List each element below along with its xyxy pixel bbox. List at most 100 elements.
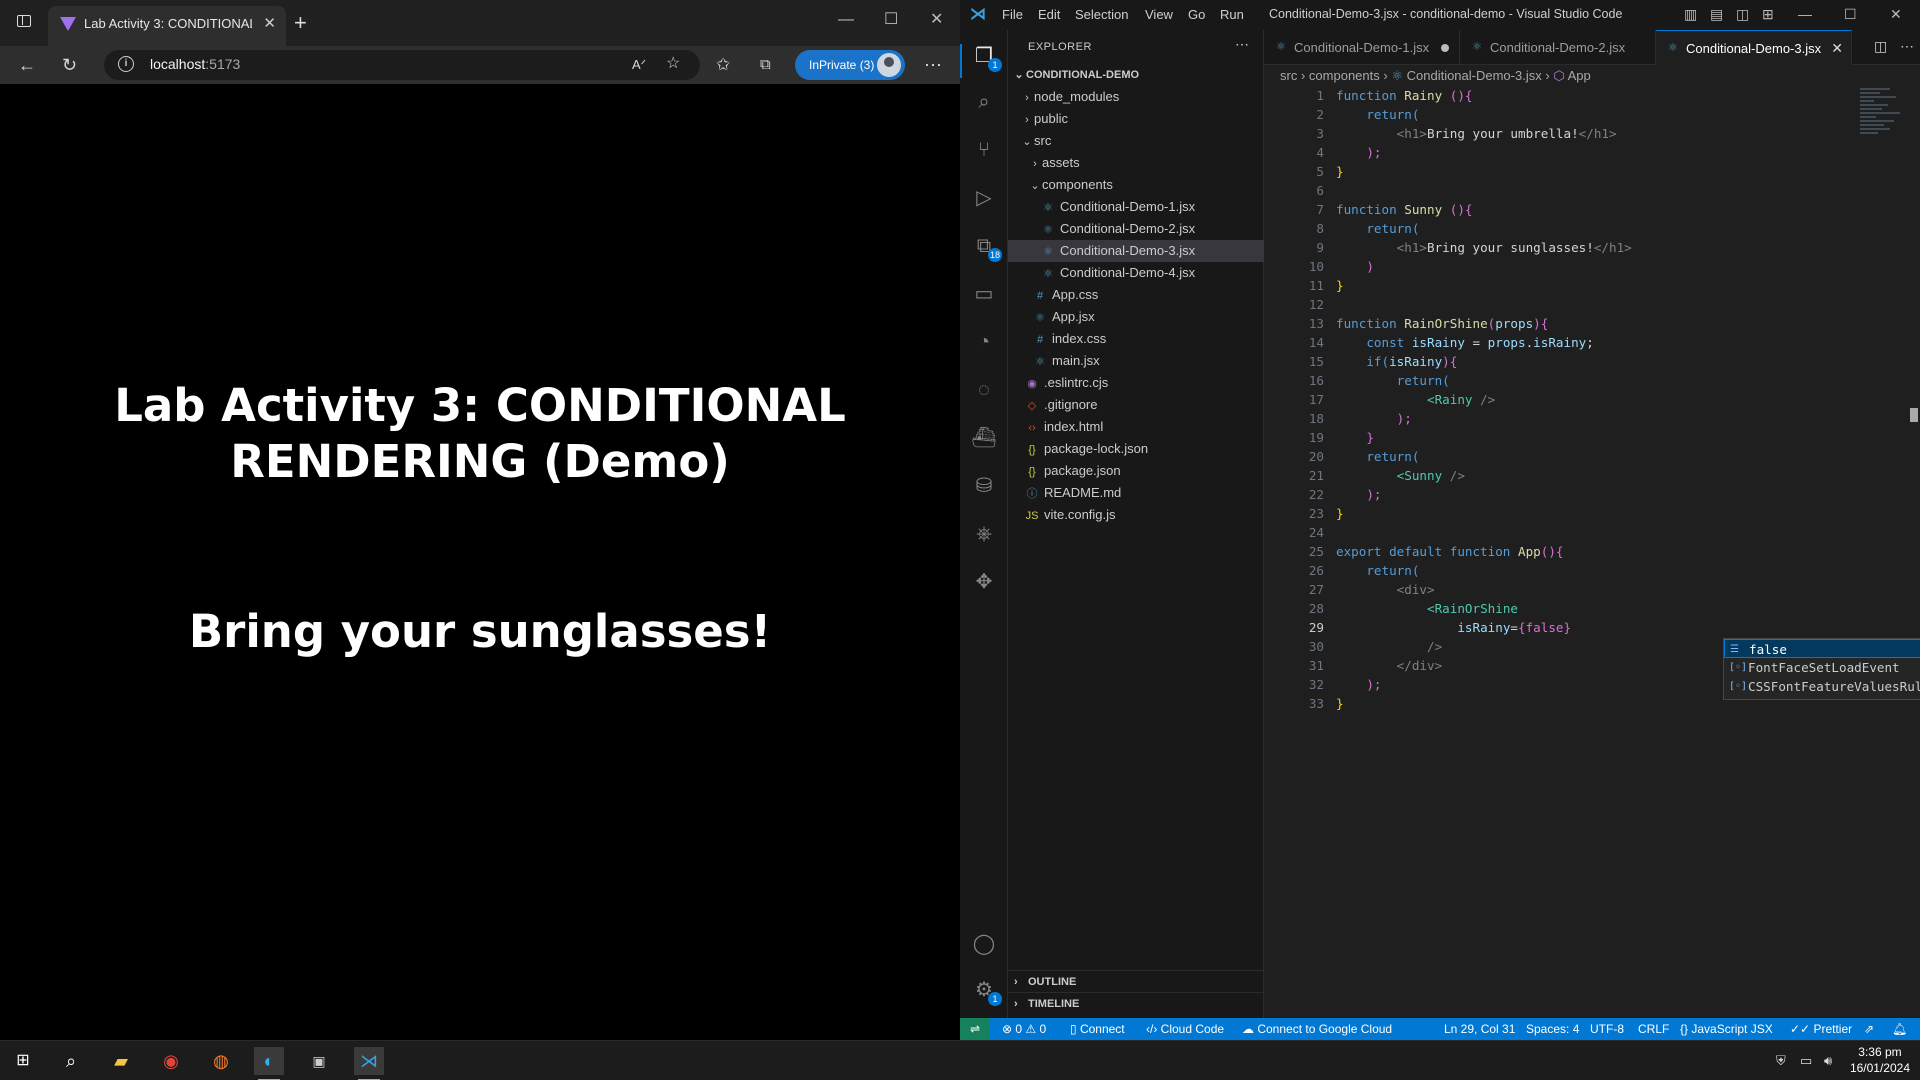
suggestion-item[interactable]: [◦] CSSFontFeatureValuesRule <box>1724 677 1920 696</box>
code-line[interactable]: 5} <box>1264 162 1864 181</box>
code-editor[interactable]: 1 function Rainy (){2 return(3 <h1>Bring … <box>1264 86 1864 713</box>
code-line[interactable]: 2 return( <box>1264 105 1864 124</box>
code-line[interactable]: 15 if(isRainy){ <box>1264 352 1864 371</box>
menu-view[interactable]: View <box>1145 7 1173 22</box>
code-line[interactable]: 27 <div> <box>1264 580 1864 599</box>
code-line[interactable]: 13 function RainOrShine(props){ <box>1264 314 1864 333</box>
breadcrumb-src[interactable]: src <box>1280 68 1297 83</box>
project-root[interactable]: ⌄ CONDITIONAL-DEMO <box>1008 64 1264 86</box>
toggle-secondary-sidebar-icon[interactable]: ◫ <box>1736 6 1749 23</box>
file-item[interactable]: ⚛ Conditional-Demo-1.jsx <box>1008 196 1264 218</box>
back-icon[interactable]: ← <box>18 55 36 75</box>
code-line[interactable]: 1 function Rainy (){ <box>1264 86 1864 105</box>
code-line[interactable]: 11} <box>1264 276 1864 295</box>
file-item[interactable]: # App.css <box>1008 284 1264 306</box>
manage-gear-icon[interactable]: ⚙ 1 <box>970 976 1002 1006</box>
address-bar[interactable]: i localhost:5173 Aᐟ ☆ <box>104 50 700 80</box>
file-item[interactable]: ‹› index.html <box>1008 416 1264 438</box>
edge-icon[interactable]: ◐ <box>254 1047 284 1080</box>
file-item[interactable]: # index.css <box>1008 328 1264 350</box>
breadcrumb-file[interactable]: Conditional-Demo-3.jsx <box>1407 68 1542 83</box>
new-tab-button[interactable]: + <box>294 10 307 36</box>
cloud-code-status[interactable]: ‹/› Cloud Code <box>1146 1018 1224 1040</box>
prettier-status[interactable]: ✓✓ Prettier <box>1790 1018 1852 1040</box>
accounts-icon[interactable]: ◯ <box>970 930 998 958</box>
folder-item[interactable]: › node_modules <box>1008 86 1264 108</box>
terminal-icon[interactable]: ▣ <box>304 1047 334 1075</box>
folder-item[interactable]: ⌄ components <box>1008 174 1264 196</box>
code-line[interactable]: 20 return( <box>1264 447 1864 466</box>
suggestion-item[interactable]: [◦] FontFaceSetLoadEvent <box>1724 658 1920 677</box>
remote-indicator-icon[interactable]: ⇌ <box>960 1018 990 1040</box>
inprivate-button[interactable]: InPrivate (3) <box>795 50 905 80</box>
network-tray-icon[interactable]: ▭ <box>1800 1053 1812 1069</box>
browser-tab-active[interactable]: Lab Activity 3: CONDITIONAL RE ✕ <box>48 6 286 46</box>
breadcrumb-components[interactable]: components <box>1309 68 1380 83</box>
code-line[interactable]: 23} <box>1264 504 1864 523</box>
cloud-code-icon[interactable]: ◌ <box>970 376 998 404</box>
menu-run[interactable]: Run <box>1220 7 1244 22</box>
collections-icon[interactable]: ⧉ <box>760 55 771 75</box>
indentation[interactable]: Spaces: 4 <box>1526 1018 1579 1040</box>
file-item[interactable]: {} package-lock.json <box>1008 438 1264 460</box>
code-line[interactable]: 12 <box>1264 295 1864 314</box>
menu-go[interactable]: Go <box>1188 7 1205 22</box>
explorer-icon[interactable]: ❐ 1 <box>970 42 1002 72</box>
suggestion-item[interactable]: ☰falsefalse <box>1724 639 1920 658</box>
language-mode[interactable]: {} JavaScript JSX <box>1680 1018 1773 1040</box>
code-line[interactable]: 18 ); <box>1264 409 1864 428</box>
file-item[interactable]: ⚛ Conditional-Demo-4.jsx <box>1008 262 1264 284</box>
file-explorer-icon[interactable]: ▰ <box>106 1047 136 1075</box>
tab-actions-icon[interactable] <box>14 14 34 32</box>
add-favorite-icon[interactable]: ☆ <box>666 54 680 74</box>
file-item[interactable]: ⚛ Conditional-Demo-3.jsx <box>1008 240 1264 262</box>
menu-edit[interactable]: Edit <box>1038 7 1060 22</box>
run-debug-icon[interactable]: ▷ <box>970 184 998 212</box>
folder-item[interactable]: › public <box>1008 108 1264 130</box>
file-item[interactable]: ⚛ Conditional-Demo-2.jsx <box>1008 218 1264 240</box>
unsaved-dot-icon[interactable] <box>1441 44 1449 52</box>
vscode-minimize-button[interactable]: — <box>1798 6 1812 22</box>
live-share-icon[interactable]: ⇗ <box>1864 1018 1874 1040</box>
code-line[interactable]: 3 <h1>Bring your umbrella!</h1> <box>1264 124 1864 143</box>
gitlens-icon[interactable]: ◔ <box>970 328 998 356</box>
refresh-icon[interactable]: ↻ <box>62 55 77 75</box>
file-item[interactable]: JS vite.config.js <box>1008 504 1264 526</box>
chrome-icon[interactable]: ◉ <box>156 1047 186 1075</box>
source-control-icon[interactable]: ⑂ <box>970 136 998 164</box>
close-window-button[interactable]: ✕ <box>930 10 943 30</box>
google-cloud-status[interactable]: ☁ Connect to Google Cloud <box>1242 1018 1392 1040</box>
code-line[interactable]: 21 <Sunny /> <box>1264 466 1864 485</box>
close-tab-icon[interactable]: ✕ <box>1831 31 1843 66</box>
kubernetes-icon[interactable]: ⎈ <box>970 520 998 548</box>
database-icon[interactable]: ⛁ <box>970 472 998 500</box>
notifications-bell-icon[interactable]: 🔔︎ <box>1892 1018 1907 1040</box>
code-line[interactable]: 14 const isRainy = props.isRainy; <box>1264 333 1864 352</box>
code-line[interactable]: 19 } <box>1264 428 1864 447</box>
toggle-sidebar-icon[interactable]: ▥ <box>1684 6 1697 23</box>
code-line[interactable]: 7 function Sunny (){ <box>1264 200 1864 219</box>
code-line[interactable]: 9 <h1>Bring your sunglasses!</h1> <box>1264 238 1864 257</box>
code-line[interactable]: 8 return( <box>1264 219 1864 238</box>
firefox-icon[interactable]: ◍ <box>206 1047 236 1075</box>
code-line[interactable]: 10 ) <box>1264 257 1864 276</box>
split-editor-icon[interactable]: ◫ <box>1874 38 1887 55</box>
code-line[interactable]: 17 <Rainy /> <box>1264 390 1864 409</box>
code-line[interactable]: 16 return( <box>1264 371 1864 390</box>
windows-start-icon[interactable]: ⊞ <box>8 1047 38 1075</box>
code-line[interactable]: 25 export default function App(){ <box>1264 542 1864 561</box>
maximize-button[interactable]: ☐ <box>884 10 898 30</box>
file-item[interactable]: ⚛ App.jsx <box>1008 306 1264 328</box>
vscode-close-button[interactable]: ✕ <box>1890 6 1902 23</box>
extensions-icon[interactable]: ⧉ 18 <box>970 232 1002 262</box>
site-info-icon[interactable]: i <box>118 56 134 72</box>
minimize-button[interactable]: — <box>838 10 854 30</box>
code-line[interactable]: 29 isRainy={false} <box>1264 618 1864 637</box>
file-item[interactable]: ◉ .eslintrc.cjs <box>1008 372 1264 394</box>
folder-item[interactable]: ⌄ src <box>1008 130 1264 152</box>
cursor-position[interactable]: Ln 29, Col 31 <box>1444 1018 1515 1040</box>
code-line[interactable]: 6 <box>1264 181 1864 200</box>
code-line[interactable]: 28 <RainOrShine <box>1264 599 1864 618</box>
breadcrumb-symbol[interactable]: App <box>1568 68 1591 83</box>
toggle-panel-icon[interactable]: ▤ <box>1710 6 1723 23</box>
